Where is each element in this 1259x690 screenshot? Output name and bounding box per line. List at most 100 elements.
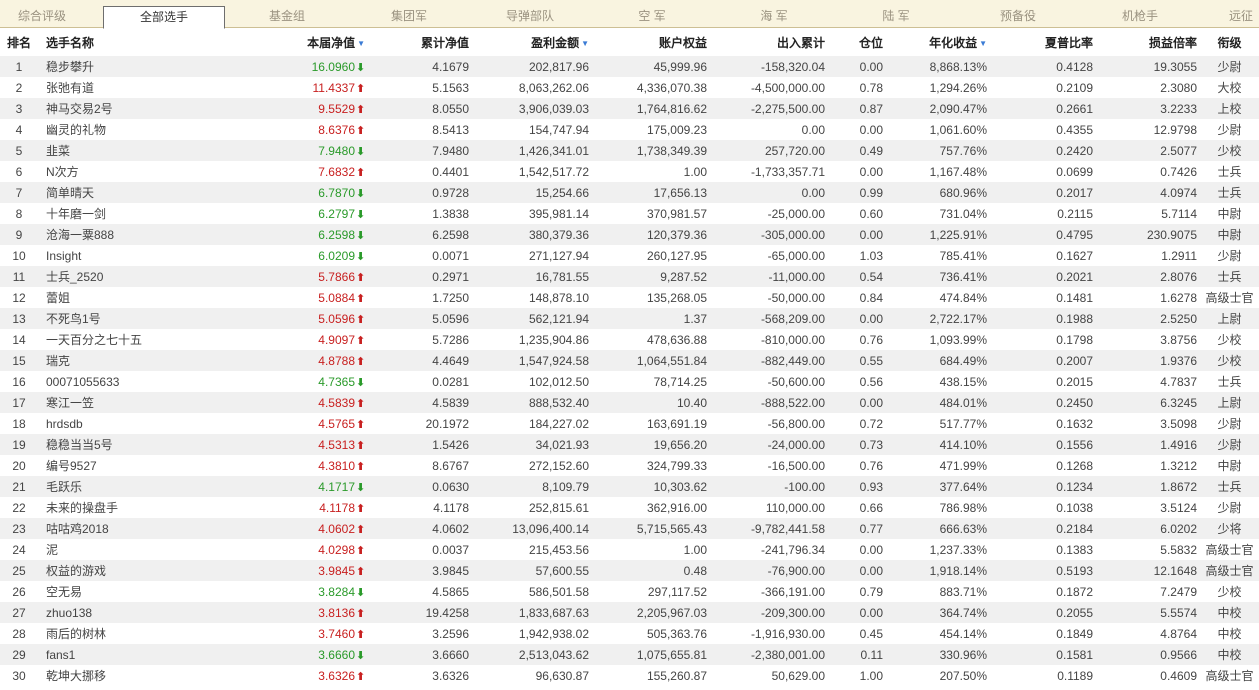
table-row[interactable]: 14 一天百分之七十五 4.9097⬆ 5.7286 1,235,904.86 478,6… [0, 329, 1259, 350]
cell-inout: -65,000.00 [710, 245, 828, 266]
cell-name[interactable]: 雨后的树林 [38, 623, 234, 644]
table-row[interactable]: 10 Insight 6.0209⬇ 0.0071 271,127.94 260,127.… [0, 245, 1259, 266]
cell-position: 0.66 [828, 497, 886, 518]
table-row[interactable]: 20 编号9527 4.3810⬆ 8.6767 272,152.60 324,799.3… [0, 455, 1259, 476]
cell-name[interactable]: 未来的操盘手 [38, 497, 234, 518]
header-inout[interactable]: 出入累计 [710, 28, 828, 56]
table-row[interactable]: 26 空无易 3.8284⬇ 4.5865 586,501.58 297,117.52 -3… [0, 581, 1259, 602]
nav-value: 3.7460 [318, 626, 355, 641]
cell-name[interactable]: 00071055633 [38, 371, 234, 392]
header-name[interactable]: 选手名称 [38, 28, 234, 56]
table-row[interactable]: 28 雨后的树林 3.7460⬆ 3.2596 1,942,938.02 505,363.… [0, 623, 1259, 644]
nav-value: 4.8788 [318, 353, 355, 368]
tab-2[interactable]: 基金组 [226, 6, 348, 28]
table-row[interactable]: 30 乾坤大挪移 3.6326⬆ 3.6326 96,630.87 155,260.87 5… [0, 665, 1259, 686]
header-cum-nav[interactable]: 累计净值 [368, 28, 472, 56]
table-row[interactable]: 21 毛跃乐 4.1717⬇ 0.0630 8,109.79 10,303.62 -100.… [0, 476, 1259, 497]
arrow-up-icon: ⬆ [356, 397, 366, 410]
header-pl-ratio[interactable]: 损益倍率 [1096, 28, 1200, 56]
tab-4[interactable]: 导弹部队 [469, 6, 591, 28]
cell-pl-ratio: 0.9566 [1096, 644, 1200, 665]
table-row[interactable]: 9 沧海一粟888 6.2598⬇ 6.2598 380,379.36 120,379.3… [0, 224, 1259, 245]
table-row[interactable]: 11 士兵_2520 5.7866⬆ 0.2971 16,781.55 9,287.52-… [0, 266, 1259, 287]
cell-name[interactable]: 不死鸟1号 [38, 308, 234, 329]
table-row[interactable]: 15 瑞克 4.8788⬆ 4.4649 1,547,924.58 1,064,551.8… [0, 350, 1259, 371]
header-annual[interactable]: 年化收益 ▼ [886, 28, 990, 56]
table-row[interactable]: 29 fans1 3.6660⬇ 3.6660 2,513,043.62 1,075,65… [0, 644, 1259, 665]
cell-title: 士兵 [1200, 266, 1259, 287]
table-row[interactable]: 16 00071055633 4.7365⬇ 0.0281 102,012.50 78,7… [0, 371, 1259, 392]
tab-6[interactable]: 海 军 [713, 6, 835, 28]
cell-name[interactable]: hrdsdb [38, 413, 234, 434]
cell-name[interactable]: 毛跃乐 [38, 476, 234, 497]
cell-name[interactable]: 神马交易2号 [38, 98, 234, 119]
cell-rank: 17 [0, 392, 38, 413]
table-row[interactable]: 6 N次方 7.6832⬆ 0.4401 1,542,517.72 1.00 -1,733,… [0, 161, 1259, 182]
table-row[interactable]: 17 寒江一笠 4.5839⬆ 4.5839 888,532.40 10.40 -888,5… [0, 392, 1259, 413]
cell-name[interactable]: 泥 [38, 539, 234, 560]
table-row[interactable]: 22 未来的操盘手 4.1178⬆ 4.1178 252,815.61 362,916.0… [0, 497, 1259, 518]
cell-name[interactable]: 沧海一粟888 [38, 224, 234, 245]
cell-name[interactable]: Insight [38, 245, 234, 266]
cell-inout: -882,449.00 [710, 350, 828, 371]
cell-name[interactable]: 瑞克 [38, 350, 234, 371]
cell-name[interactable]: 稳稳当当5号 [38, 434, 234, 455]
table-row[interactable]: 7 简单晴天 6.7870⬇ 0.9728 15,254.66 17,656.13 0.00… [0, 182, 1259, 203]
table-row[interactable]: 1 稳步攀升 16.0960⬇ 4.1679 202,817.96 45,999.96 -1… [0, 56, 1259, 77]
header-title[interactable]: 衔级 [1200, 28, 1259, 56]
tab-7[interactable]: 陆 军 [835, 6, 957, 28]
table-row[interactable]: 4 幽灵的礼物 8.6376⬆ 8.5413 154,747.94 175,009.23 0… [0, 119, 1259, 140]
cell-name[interactable]: zhuo138 [38, 602, 234, 623]
tab-0[interactable]: 综合评级 [0, 6, 84, 28]
cell-name[interactable]: 张弛有道 [38, 77, 234, 98]
cell-name[interactable]: 简单晴天 [38, 182, 234, 203]
tab-10[interactable]: 远征 [1201, 6, 1259, 28]
table-row[interactable]: 23 咕咕鸡2018 4.0602⬆ 4.0602 13,096,400.14 5,715… [0, 518, 1259, 539]
cell-name[interactable]: 编号9527 [38, 455, 234, 476]
header-equity[interactable]: 账户权益 [592, 28, 710, 56]
header-profit[interactable]: 盈利金额 ▼ [472, 28, 592, 56]
table-row[interactable]: 13 不死鸟1号 5.0596⬆ 5.0596 562,121.94 1.37 -568,2… [0, 308, 1259, 329]
header-sharpe[interactable]: 夏普比率 [990, 28, 1096, 56]
table-row[interactable]: 2 张弛有道 11.4337⬆ 5.1563 8,063,262.06 4,336,070… [0, 77, 1259, 98]
cell-name[interactable]: 一天百分之七十五 [38, 329, 234, 350]
cell-annual: 474.84% [886, 287, 990, 308]
tab-5[interactable]: 空 军 [591, 6, 713, 28]
cell-name[interactable]: 稳步攀升 [38, 56, 234, 77]
cell-name[interactable]: 空无易 [38, 581, 234, 602]
table-row[interactable]: 27 zhuo138 3.8136⬆ 19.4258 1,833,687.63 2,205… [0, 602, 1259, 623]
cell-name[interactable]: 韭菜 [38, 140, 234, 161]
cell-title: 士兵 [1200, 182, 1259, 203]
table-row[interactable]: 8 十年磨一剑 6.2797⬇ 1.3838 395,981.14 370,981.57-… [0, 203, 1259, 224]
cell-title: 中尉 [1200, 203, 1259, 224]
cell-equity: 155,260.87 [592, 665, 710, 686]
tab-3[interactable]: 集团军 [348, 6, 470, 28]
header-rank[interactable]: 排名 [0, 28, 38, 56]
table-row[interactable]: 3 神马交易2号 9.5529⬆ 8.0550 3,906,039.03 1,764,81… [0, 98, 1259, 119]
table-row[interactable]: 25 权益的游戏 3.9845⬆ 3.9845 57,600.55 0.48 -76,900… [0, 560, 1259, 581]
tab-8[interactable]: 预备役 [957, 6, 1079, 28]
table-row[interactable]: 18 hrdsdb 4.5765⬆ 20.1972 184,227.02 163,691.… [0, 413, 1259, 434]
table-row[interactable]: 5 韭菜 7.9480⬇ 7.9480 1,426,341.01 1,738,349.39… [0, 140, 1259, 161]
cell-name[interactable]: N次方 [38, 161, 234, 182]
cell-name[interactable]: 幽灵的礼物 [38, 119, 234, 140]
header-position[interactable]: 仓位 [828, 28, 886, 56]
tab-9[interactable]: 机枪手 [1079, 6, 1201, 28]
cell-name[interactable]: 士兵_2520 [38, 266, 234, 287]
cell-name[interactable]: 十年磨一剑 [38, 203, 234, 224]
cell-name[interactable]: 权益的游戏 [38, 560, 234, 581]
cell-cum-nav: 0.0071 [368, 245, 472, 266]
table-row[interactable]: 24 泥 4.0298⬆ 0.0037 215,453.56 1.00 -241,796.3… [0, 539, 1259, 560]
cell-name[interactable]: 蕾姐 [38, 287, 234, 308]
cell-sharpe: 0.1627 [990, 245, 1096, 266]
cell-equity: 120,379.36 [592, 224, 710, 245]
table-row[interactable]: 19 稳稳当当5号 4.5313⬆ 1.5426 34,021.93 19,656.20-… [0, 434, 1259, 455]
header-nav[interactable]: 本届净值 ▼ [234, 28, 368, 56]
table-row[interactable]: 12 蕾姐 5.0884⬆ 1.7250 148,878.10 135,268.05 -50… [0, 287, 1259, 308]
cell-name[interactable]: 寒江一笠 [38, 392, 234, 413]
cell-name[interactable]: 咕咕鸡2018 [38, 518, 234, 539]
tab-1[interactable]: 全部选手 [103, 6, 225, 29]
cell-name[interactable]: 乾坤大挪移 [38, 665, 234, 686]
nav-value: 6.7870 [318, 185, 355, 200]
cell-name[interactable]: fans1 [38, 644, 234, 665]
